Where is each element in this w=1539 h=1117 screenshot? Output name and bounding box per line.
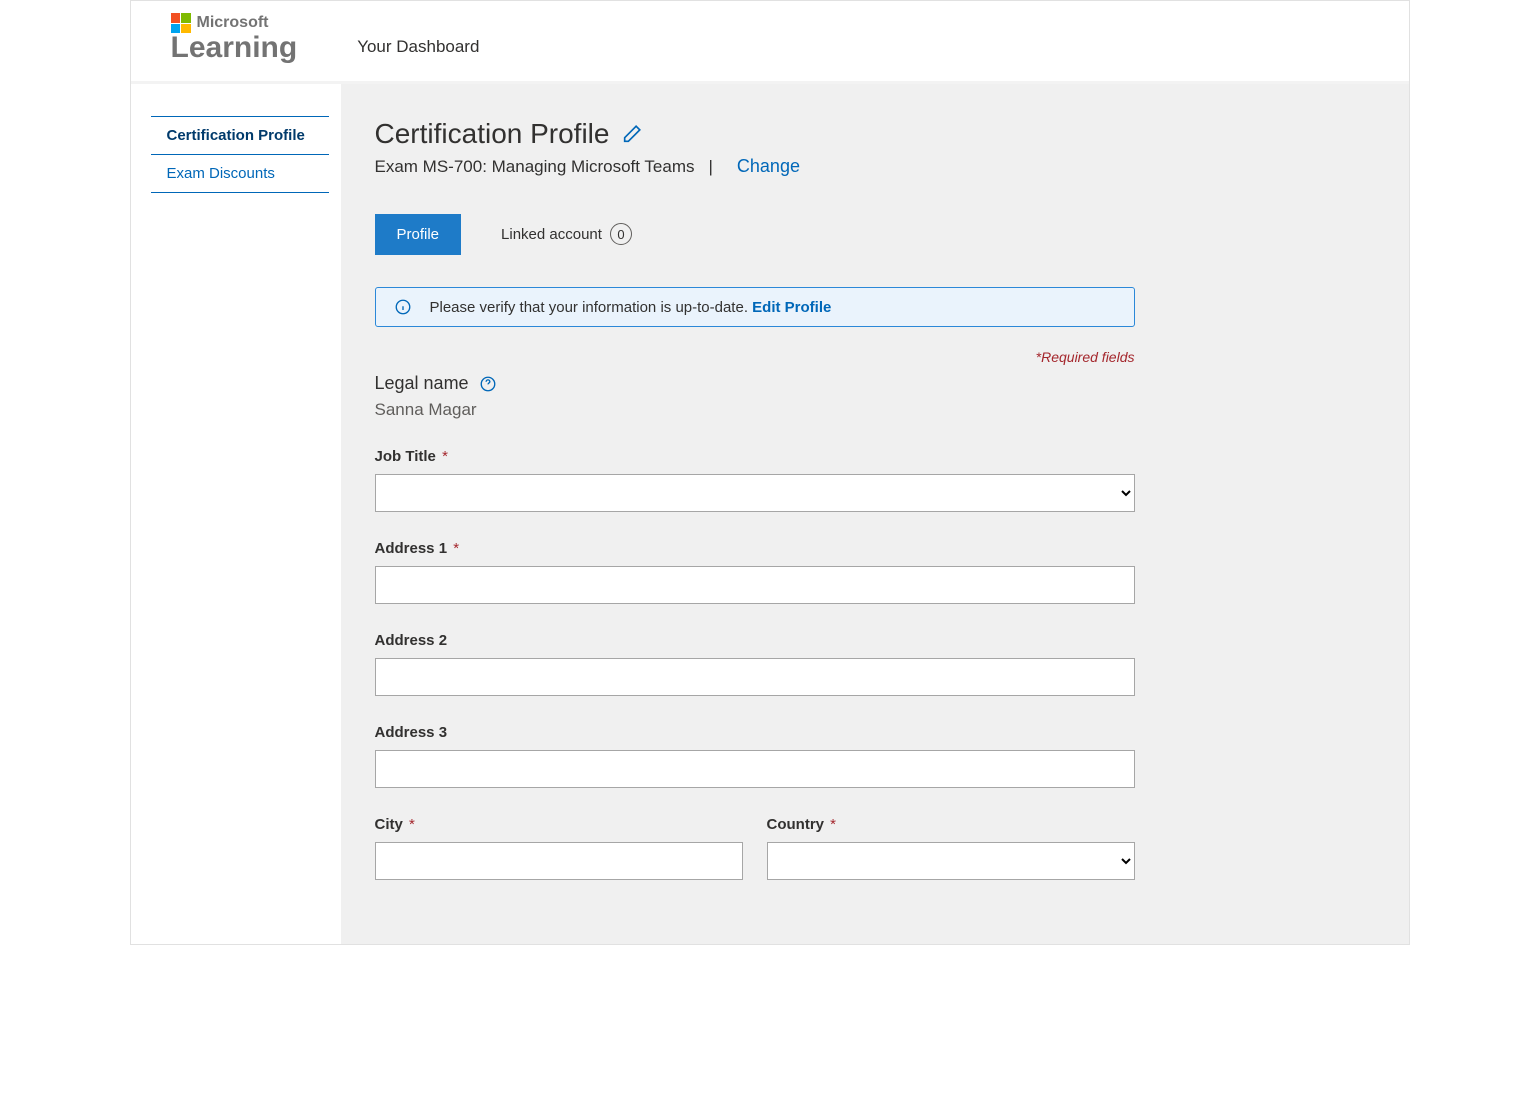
linked-count-badge: 0 [610, 223, 632, 245]
address1-label: Address 1 * [375, 540, 460, 557]
header: Microsoft Learning Your Dashboard [131, 1, 1409, 84]
sidebar-item-label: Exam Discounts [167, 165, 275, 182]
sidebar-item-exam-discounts[interactable]: Exam Discounts [151, 155, 329, 193]
your-dashboard-link[interactable]: Your Dashboard [357, 37, 479, 65]
brand-area: Microsoft Learning [171, 13, 298, 65]
info-icon [394, 298, 412, 316]
address1-input[interactable] [375, 566, 1135, 604]
address2-input[interactable] [375, 658, 1135, 696]
tab-linked-account[interactable]: Linked account 0 [479, 211, 654, 257]
exam-subtitle-row: Exam MS-700: Managing Microsoft Teams | … [375, 156, 1375, 177]
exam-name: Exam MS-700: Managing Microsoft Teams [375, 157, 695, 177]
legal-name-value: Sanna Magar [375, 400, 1135, 420]
learning-text: Learning [171, 31, 298, 65]
microsoft-text: Microsoft [197, 14, 269, 32]
address2-label: Address 2 [375, 632, 448, 649]
tab-linked-label: Linked account [501, 226, 602, 243]
sidebar-item-label: Certification Profile [167, 127, 305, 144]
info-banner-text: Please verify that your information is u… [430, 299, 832, 316]
job-title-label: Job Title * [375, 448, 448, 465]
content-area: Certification Profile Exam MS-700: Manag… [341, 84, 1409, 944]
microsoft-logo-row: Microsoft [171, 13, 298, 33]
job-title-select[interactable] [375, 474, 1135, 512]
page-title: Certification Profile [375, 118, 610, 150]
address3-input[interactable] [375, 750, 1135, 788]
edit-profile-link[interactable]: Edit Profile [752, 299, 831, 316]
change-link[interactable]: Change [737, 156, 800, 177]
sidebar: Certification Profile Exam Discounts [131, 84, 341, 944]
address3-label: Address 3 [375, 724, 448, 741]
tab-profile[interactable]: Profile [375, 214, 462, 255]
city-label: City * [375, 816, 415, 833]
microsoft-logo-icon [171, 13, 191, 33]
country-label: Country * [767, 816, 837, 833]
legal-name-label: Legal name [375, 373, 469, 394]
help-icon[interactable] [479, 375, 497, 393]
sidebar-item-certification-profile[interactable]: Certification Profile [151, 116, 329, 155]
required-fields-note: *Required fields [375, 349, 1135, 365]
pencil-icon[interactable] [621, 123, 643, 145]
subtitle-divider: | [708, 157, 712, 177]
info-banner: Please verify that your information is u… [375, 287, 1135, 327]
city-input[interactable] [375, 842, 743, 880]
tabs: Profile Linked account 0 [375, 211, 1375, 257]
country-select[interactable] [767, 842, 1135, 880]
